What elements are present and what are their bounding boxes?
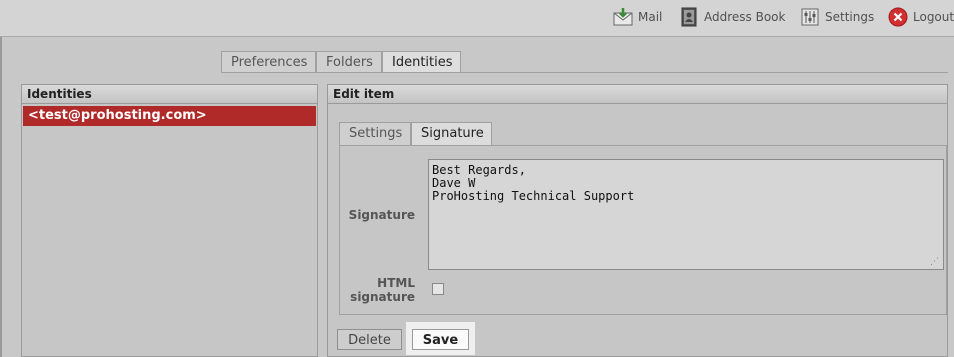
logout-nav[interactable]: Logout (888, 6, 954, 28)
tab-underline (221, 72, 948, 73)
address-book-nav[interactable]: Address Book (679, 6, 785, 28)
settings-nav[interactable]: Settings (800, 6, 874, 28)
identities-panel-title: Identities (22, 85, 317, 104)
signature-textarea[interactable]: Best Regards, Dave W ProHosting Technica… (428, 159, 944, 270)
html-signature-checkbox[interactable] (432, 283, 444, 295)
settings-icon (800, 7, 820, 27)
mail-label: Mail (638, 10, 663, 24)
mail-icon (613, 7, 633, 27)
address-book-label: Address Book (704, 10, 786, 24)
html-signature-label-line1: HTML (377, 276, 415, 290)
subtab-signature[interactable]: Signature (411, 122, 492, 145)
delete-button[interactable]: Delete (337, 329, 402, 350)
html-signature-label-line2: signature (350, 290, 415, 304)
logout-icon (888, 7, 908, 27)
identity-list-item[interactable]: <test@prohosting.com> (23, 106, 316, 126)
tab-identities[interactable]: Identities (382, 51, 461, 73)
resize-handle-icon[interactable]: ⋰ (930, 257, 939, 267)
left-edge (0, 0, 2, 357)
logout-label: Logout (913, 10, 954, 24)
tab-preferences[interactable]: Preferences (221, 51, 316, 72)
subtab-settings[interactable]: Settings (339, 122, 411, 145)
signature-field-label: Signature (348, 208, 415, 222)
tab-folders[interactable]: Folders (316, 51, 382, 72)
settings-label: Settings (825, 10, 875, 24)
save-button[interactable]: Save (412, 329, 469, 350)
html-signature-label: HTML signature (346, 276, 415, 304)
edit-item-panel-title: Edit item (328, 85, 947, 104)
address-book-icon (679, 7, 699, 27)
mail-nav[interactable]: Mail (613, 6, 662, 28)
identities-panel: Identities <test@prohosting.com> (21, 84, 318, 357)
